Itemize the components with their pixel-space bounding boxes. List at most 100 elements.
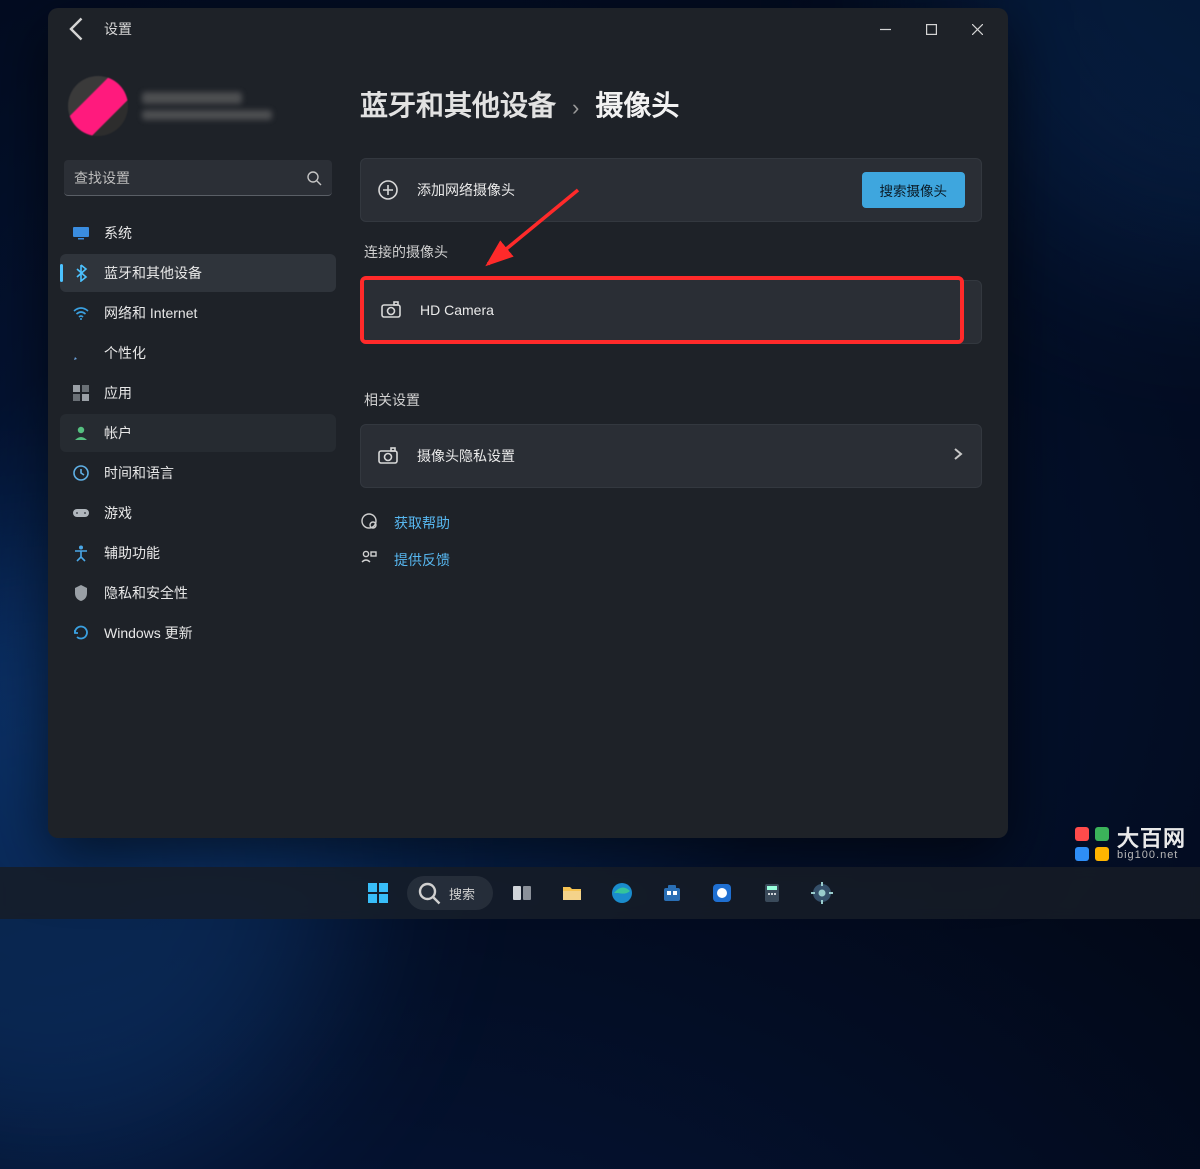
clock-icon <box>72 464 90 482</box>
start-button[interactable] <box>357 872 399 914</box>
sidebar-item-system[interactable]: 系统 <box>60 214 336 252</box>
camera-icon <box>377 445 399 467</box>
sidebar-item-label: 帐户 <box>104 423 132 443</box>
accessibility-icon <box>72 544 90 562</box>
nav-list: 系统 蓝牙和其他设备 网络和 Internet 个性化 应用 <box>60 214 336 652</box>
sidebar-item-accounts[interactable]: 帐户 <box>60 414 336 452</box>
profile-block[interactable] <box>60 62 336 160</box>
give-feedback-link[interactable]: 提供反馈 <box>360 549 982 570</box>
sidebar-item-label: Windows 更新 <box>104 623 193 643</box>
sidebar-item-network[interactable]: 网络和 Internet <box>60 294 336 332</box>
feedback-icon <box>360 549 378 570</box>
camera-icon <box>380 299 402 321</box>
sidebar-item-label: 隐私和安全性 <box>104 583 188 603</box>
display-icon <box>72 224 90 242</box>
sidebar-item-gaming[interactable]: 游戏 <box>60 494 336 532</box>
close-button[interactable] <box>954 13 1000 45</box>
chevron-right-icon <box>951 447 965 466</box>
help-icon <box>360 512 378 533</box>
bluetooth-icon <box>72 264 90 282</box>
plus-circle-icon <box>377 179 399 201</box>
get-help-link[interactable]: 获取帮助 <box>360 512 982 533</box>
arrow-left-icon <box>64 15 92 43</box>
gamepad-icon <box>72 504 90 522</box>
paintbrush-icon <box>72 344 90 362</box>
taskbar-search[interactable]: 搜索 <box>407 876 493 910</box>
settings-button[interactable] <box>801 872 843 914</box>
sidebar-item-label: 系统 <box>104 223 132 243</box>
sidebar-item-label: 辅助功能 <box>104 543 160 563</box>
window-title: 设置 <box>104 19 132 39</box>
hd-camera-label: HD Camera <box>420 302 494 318</box>
sidebar-item-label: 网络和 Internet <box>104 303 197 323</box>
titlebar: 设置 <box>48 8 1008 50</box>
sidebar-item-label: 游戏 <box>104 503 132 523</box>
watermark-logo <box>1075 827 1109 861</box>
search-input[interactable] <box>74 170 306 186</box>
breadcrumb-current: 摄像头 <box>595 84 679 124</box>
maximize-button[interactable] <box>908 13 954 45</box>
search-input-container[interactable] <box>64 160 332 196</box>
calculator-button[interactable] <box>751 872 793 914</box>
taskbar: 搜索 <box>0 867 1200 919</box>
person-icon <box>72 424 90 442</box>
watermark-domain: big100.net <box>1117 850 1186 861</box>
hd-camera-row[interactable]: HD Camera <box>364 280 960 340</box>
annotation-highlight-box: HD Camera <box>360 276 964 344</box>
edge-button[interactable] <box>601 872 643 914</box>
add-network-camera-row[interactable]: 添加网络摄像头 搜索摄像头 <box>360 158 982 222</box>
camera-privacy-label: 摄像头隐私设置 <box>417 446 515 466</box>
task-view-button[interactable] <box>501 872 543 914</box>
search-icon <box>306 170 322 186</box>
sidebar-item-label: 应用 <box>104 383 132 403</box>
store-icon <box>660 881 684 905</box>
settings-window: 设置 系统 <box>48 8 1008 838</box>
folder-icon <box>560 881 584 905</box>
sidebar-item-time-language[interactable]: 时间和语言 <box>60 454 336 492</box>
calculator-icon <box>760 881 784 905</box>
apps-icon <box>72 384 90 402</box>
chevron-right-icon: › <box>572 95 579 121</box>
profile-text <box>142 92 272 120</box>
content-area: 蓝牙和其他设备 › 摄像头 添加网络摄像头 搜索摄像头 连接的摄像头 HD Ca… <box>344 50 1008 838</box>
sidebar-item-label: 个性化 <box>104 343 146 363</box>
give-feedback-label: 提供反馈 <box>394 550 450 570</box>
avatar <box>68 76 128 136</box>
watermark-name: 大百网 <box>1117 828 1186 850</box>
section-related-settings: 相关设置 <box>364 390 982 410</box>
windows-icon <box>366 881 390 905</box>
file-explorer-button[interactable] <box>551 872 593 914</box>
app-icon <box>710 881 734 905</box>
watermark: 大百网 big100.net <box>1075 827 1186 861</box>
sidebar-item-label: 时间和语言 <box>104 463 174 483</box>
section-connected-cameras: 连接的摄像头 <box>364 242 982 262</box>
search-camera-button[interactable]: 搜索摄像头 <box>862 172 966 208</box>
edge-icon <box>610 881 634 905</box>
profile-email-redacted <box>142 110 272 120</box>
sidebar-item-privacy[interactable]: 隐私和安全性 <box>60 574 336 612</box>
search-icon <box>417 881 441 905</box>
window-controls <box>862 13 1000 45</box>
sidebar-item-accessibility[interactable]: 辅助功能 <box>60 534 336 572</box>
task-view-icon <box>510 881 534 905</box>
camera-privacy-row[interactable]: 摄像头隐私设置 <box>360 424 982 488</box>
sidebar-item-personalization[interactable]: 个性化 <box>60 334 336 372</box>
app-button-1[interactable] <box>701 872 743 914</box>
gear-icon <box>810 881 834 905</box>
taskbar-search-label: 搜索 <box>449 884 475 903</box>
sidebar-item-apps[interactable]: 应用 <box>60 374 336 412</box>
sidebar-item-bluetooth[interactable]: 蓝牙和其他设备 <box>60 254 336 292</box>
back-button[interactable] <box>64 15 92 43</box>
minimize-button[interactable] <box>862 13 908 45</box>
shield-icon <box>72 584 90 602</box>
store-button[interactable] <box>651 872 693 914</box>
breadcrumb: 蓝牙和其他设备 › 摄像头 <box>360 84 982 124</box>
breadcrumb-parent[interactable]: 蓝牙和其他设备 <box>360 84 556 124</box>
help-links: 获取帮助 提供反馈 <box>360 512 982 570</box>
update-icon <box>72 624 90 642</box>
profile-name-redacted <box>142 92 242 104</box>
get-help-label: 获取帮助 <box>394 513 450 533</box>
sidebar: 系统 蓝牙和其他设备 网络和 Internet 个性化 应用 <box>48 50 344 838</box>
sidebar-item-label: 蓝牙和其他设备 <box>104 263 202 283</box>
sidebar-item-windows-update[interactable]: Windows 更新 <box>60 614 336 652</box>
